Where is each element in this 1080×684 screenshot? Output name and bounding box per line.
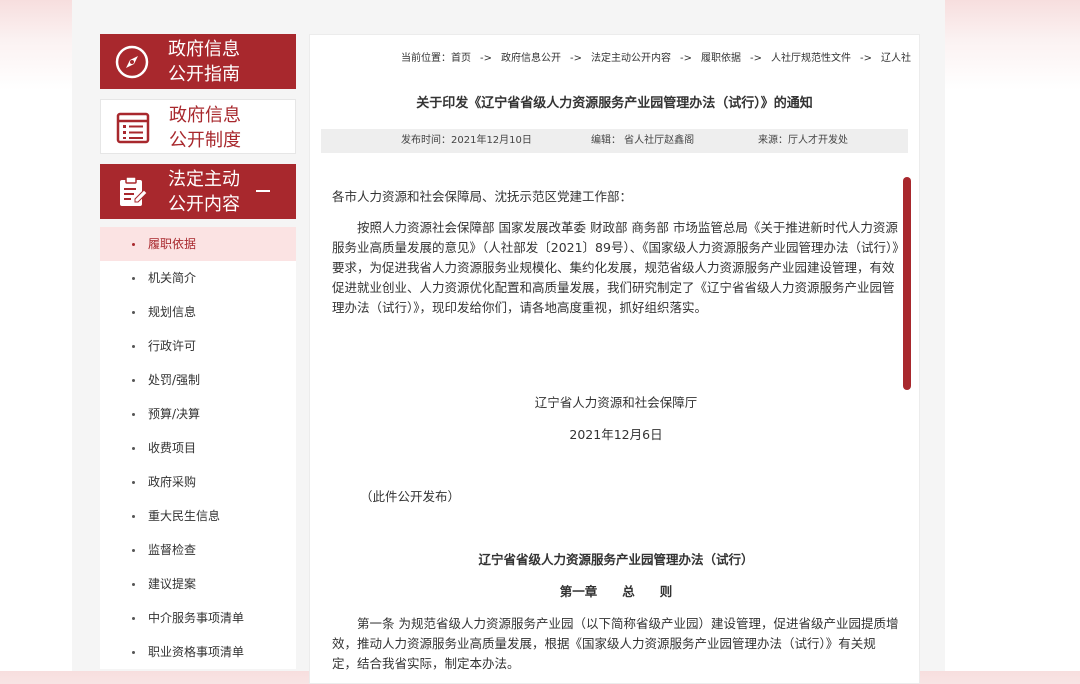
- bullet-icon: [132, 413, 135, 416]
- publish-note: （此件公开发布）: [360, 489, 461, 504]
- sidebar-item-supervision[interactable]: 监督检查: [100, 533, 296, 567]
- article-1: 第一条 为规范省级人力资源服务产业园（以下简称省级产业园）建设管理，促进省级产业…: [332, 616, 899, 671]
- breadcrumb: 当前位置：首页 -> 政府信息公开 -> 法定主动公开内容 -> 履职依据 -> 人社厅规范性文…: [401, 49, 911, 64]
- category-label: 政府信息 公开制度: [169, 105, 241, 151]
- bullet-icon: [132, 617, 135, 620]
- document-title: 辽宁省省级人力资源服务产业园管理办法（试行）: [478, 552, 754, 567]
- bullet-icon: [132, 549, 135, 552]
- bullet-icon: [132, 379, 135, 382]
- content-panel: 当前位置：首页 -> 政府信息公开 -> 法定主动公开内容 -> 履职依据 -> 人社厅规范性文…: [309, 34, 920, 684]
- signature-org: 辽宁省人力资源和社会保障厅: [534, 395, 698, 410]
- breadcrumb-duty-basis[interactable]: 履职依据: [701, 53, 741, 64]
- document-list-icon: [116, 112, 150, 144]
- sidebar-item-intermediary[interactable]: 中介服务事项清单: [100, 601, 296, 635]
- sidebar-submenu: 履职依据 机关简介 规划信息 行政许可 处罚/强制 预算/决算 收费项目 政府采…: [100, 227, 296, 669]
- category-disclosure-system[interactable]: 政府信息 公开制度: [100, 99, 296, 154]
- sidebar-item-label: 行政许可: [148, 339, 197, 353]
- sidebar-item-planning[interactable]: 规划信息: [100, 295, 296, 329]
- publish-date: 发布时间：2021年12月10日: [401, 135, 532, 146]
- clipboard-edit-icon: [120, 176, 148, 206]
- category-label: 法定主动 公开内容: [168, 169, 240, 215]
- article-body: 各市人力资源和社会保障局、沈抚示范区党建工作部： 按照人力资源社会保障部 国家发…: [332, 187, 900, 674]
- sidebar-item-label: 机关简介: [148, 271, 197, 285]
- source: 来源：厅人才开发处: [758, 135, 848, 146]
- sidebar-item-proposals[interactable]: 建议提案: [100, 567, 296, 601]
- breadcrumb-home[interactable]: 首页: [451, 53, 471, 64]
- category-disclosure-guide[interactable]: 政府信息 公开指南: [100, 34, 296, 89]
- sidebar: 政府信息 公开指南 政府信息 公开制度 法定主动 公开内容 履职依据 机关简介 …: [100, 34, 296, 669]
- bullet-icon: [132, 447, 135, 450]
- sidebar-item-label: 建议提案: [148, 577, 197, 591]
- sidebar-item-livelihood[interactable]: 重大民生信息: [100, 499, 296, 533]
- breadcrumb-gov-info[interactable]: 政府信息公开: [501, 53, 561, 64]
- sidebar-item-label: 规划信息: [148, 305, 197, 319]
- compass-icon: [115, 45, 149, 79]
- signature-date: 2021年12月6日: [569, 427, 663, 442]
- breadcrumb-separator: ->: [570, 53, 582, 64]
- bullet-icon: [132, 515, 135, 518]
- breadcrumb-normative-docs[interactable]: 人社厅规范性文件: [771, 53, 851, 64]
- sidebar-item-penalty[interactable]: 处罚/强制: [100, 363, 296, 397]
- bullet-icon: [132, 345, 135, 348]
- salutation: 各市人力资源和社会保障局、沈抚示范区党建工作部：: [332, 189, 633, 204]
- sidebar-item-budget[interactable]: 预算/决算: [100, 397, 296, 431]
- breadcrumb-separator: ->: [480, 53, 492, 64]
- breadcrumb-doc-number[interactable]: 辽人社: [881, 53, 911, 64]
- sidebar-item-agency-intro[interactable]: 机关简介: [100, 261, 296, 295]
- scrollbar-thumb[interactable]: [903, 177, 911, 390]
- breadcrumb-separator: ->: [680, 53, 692, 64]
- sidebar-item-label: 履职依据: [148, 237, 197, 251]
- sidebar-item-fees[interactable]: 收费项目: [100, 431, 296, 465]
- sidebar-item-label: 职业资格事项清单: [148, 645, 245, 659]
- paragraph-1: 按照人力资源社会保障部 国家发展改革委 财政部 商务部 市场监管总局《关于推进新…: [332, 220, 899, 315]
- bullet-icon: [132, 583, 135, 586]
- sidebar-item-label: 中介服务事项清单: [148, 611, 245, 625]
- breadcrumb-prefix: 当前位置：: [401, 53, 451, 64]
- sidebar-item-label: 预算/决算: [148, 407, 201, 421]
- breadcrumb-statutory[interactable]: 法定主动公开内容: [591, 53, 671, 64]
- sidebar-item-label: 收费项目: [148, 441, 197, 455]
- breadcrumb-separator: ->: [860, 53, 872, 64]
- sidebar-item-label: 监督检查: [148, 543, 197, 557]
- bullet-icon: [132, 243, 135, 246]
- editor: 编辑： 省人社厅赵鑫阁: [591, 135, 695, 146]
- sidebar-item-label: 处罚/强制: [148, 373, 201, 387]
- sidebar-item-procurement[interactable]: 政府采购: [100, 465, 296, 499]
- bullet-icon: [132, 481, 135, 484]
- chapter-heading: 第一章 总 则: [559, 584, 673, 599]
- bullet-icon: [132, 311, 135, 314]
- sidebar-item-label: 政府采购: [148, 475, 197, 489]
- bullet-icon: [132, 651, 135, 654]
- bullet-icon: [132, 277, 135, 280]
- sidebar-item-duty-basis[interactable]: 履职依据: [100, 227, 296, 261]
- sidebar-item-label: 重大民生信息: [148, 509, 221, 523]
- article-title: 关于印发《辽宁省省级人力资源服务产业园管理办法（试行）》的通知: [416, 96, 813, 111]
- sidebar-item-licensing[interactable]: 行政许可: [100, 329, 296, 363]
- category-label: 政府信息 公开指南: [168, 39, 240, 85]
- sidebar-item-qualifications[interactable]: 职业资格事项清单: [100, 635, 296, 669]
- breadcrumb-separator: ->: [750, 53, 762, 64]
- collapse-icon[interactable]: [256, 190, 270, 192]
- category-statutory-content[interactable]: 法定主动 公开内容: [100, 164, 296, 219]
- article-meta: 发布时间：2021年12月10日 编辑： 省人社厅赵鑫阁 来源：厅人才开发处: [321, 129, 908, 153]
